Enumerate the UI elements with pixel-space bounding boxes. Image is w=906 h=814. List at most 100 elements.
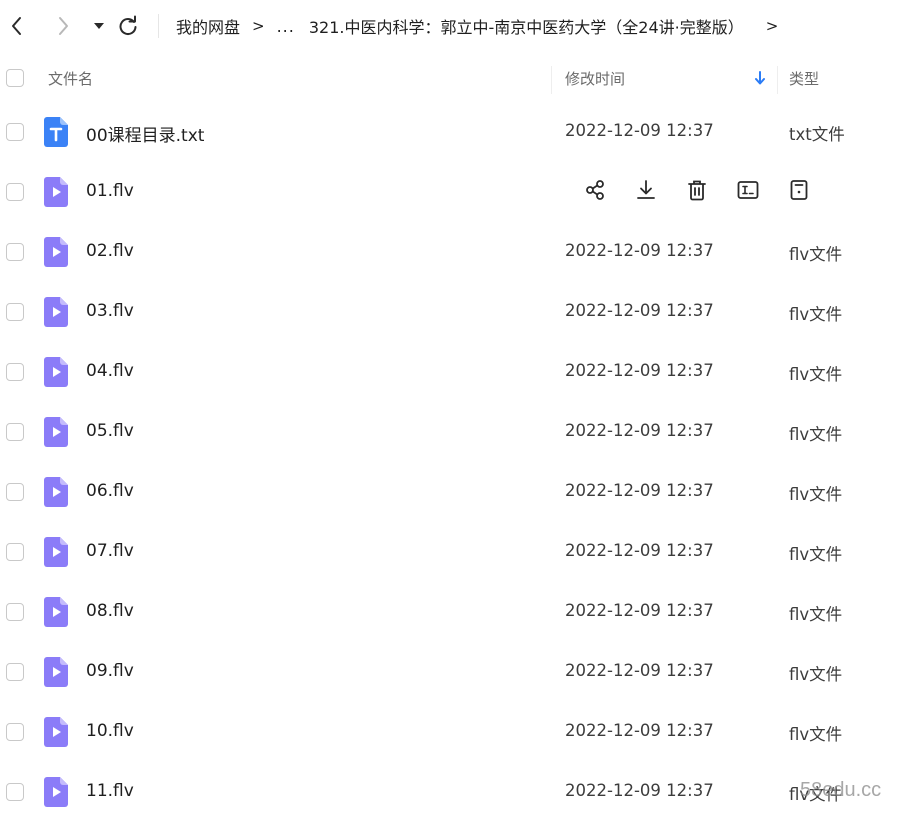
- details-button[interactable]: [786, 179, 812, 205]
- file-row[interactable]: 07.flv 2022-12-09 12:37 flv文件: [0, 522, 906, 582]
- file-name[interactable]: 11.flv: [86, 781, 134, 801]
- forward-button[interactable]: [50, 12, 76, 40]
- file-type: flv文件: [789, 425, 843, 444]
- row-checkbox[interactable]: [6, 603, 24, 621]
- file-type: flv文件: [789, 545, 843, 564]
- row-checkbox[interactable]: [6, 243, 24, 261]
- row-checkbox[interactable]: [6, 123, 24, 141]
- arrow-down-icon: [755, 71, 765, 85]
- column-header-name[interactable]: 文件名: [48, 68, 93, 89]
- file-browser: 我的网盘 > ... 321.中医内科学：郭立中-南京中医药大学（全24讲·完整…: [0, 0, 906, 814]
- file-modified-time: 2022-12-09 12:37: [565, 301, 714, 320]
- video-file-icon: [44, 357, 68, 387]
- share-button[interactable]: [582, 179, 608, 205]
- row-checkbox[interactable]: [6, 303, 24, 321]
- video-file-icon: [44, 537, 68, 567]
- download-icon: [635, 179, 657, 206]
- file-name[interactable]: 05.flv: [86, 421, 134, 441]
- select-all-checkbox[interactable]: [6, 69, 24, 87]
- file-name[interactable]: 01.flv: [86, 181, 134, 201]
- column-header-modified-time[interactable]: 修改时间: [565, 68, 625, 89]
- watermark: 58edu.cc: [800, 779, 882, 801]
- video-file-icon: [44, 717, 68, 747]
- share-icon: [584, 179, 606, 206]
- video-file-icon: [44, 237, 68, 267]
- back-button[interactable]: [4, 12, 30, 40]
- file-modified-time: 2022-12-09 12:37: [565, 601, 714, 620]
- file-modified-time: 2022-12-09 12:37: [565, 661, 714, 680]
- row-checkbox[interactable]: [6, 723, 24, 741]
- row-checkbox[interactable]: [6, 783, 24, 801]
- file-name[interactable]: 07.flv: [86, 541, 134, 561]
- breadcrumb-current-folder[interactable]: 321.中医内科学：郭立中-南京中医药大学（全24讲·完整版）: [309, 14, 744, 38]
- video-file-icon: [44, 597, 68, 627]
- row-checkbox[interactable]: [6, 483, 24, 501]
- file-name[interactable]: 04.flv: [86, 361, 134, 381]
- file-modified-time: 2022-12-09 12:37: [565, 241, 714, 260]
- breadcrumb-trailing-separator[interactable]: >: [766, 17, 779, 35]
- video-file-icon: [44, 777, 68, 807]
- video-file-icon: [44, 477, 68, 507]
- file-type: flv文件: [789, 305, 843, 324]
- file-modified-time: 2022-12-09 12:37: [565, 361, 714, 380]
- breadcrumb-root[interactable]: 我的网盘: [176, 14, 240, 38]
- video-file-icon: [44, 417, 68, 447]
- rename-icon: [737, 179, 759, 206]
- file-type: txt文件: [789, 125, 845, 144]
- file-row[interactable]: 00课程目录.txt 2022-12-09 12:37 txt文件: [0, 102, 906, 162]
- row-checkbox[interactable]: [6, 423, 24, 441]
- file-modified-time: 2022-12-09 12:37: [565, 541, 714, 560]
- chevron-left-icon: [12, 17, 21, 35]
- file-row[interactable]: 05.flv 2022-12-09 12:37 flv文件: [0, 402, 906, 462]
- file-type: flv文件: [789, 725, 843, 744]
- row-checkbox[interactable]: [6, 363, 24, 381]
- delete-button[interactable]: [684, 179, 710, 205]
- video-file-icon: [44, 657, 68, 687]
- file-type: flv文件: [789, 605, 843, 624]
- file-row[interactable]: 01.flv: [0, 162, 906, 222]
- row-actions: [582, 179, 837, 205]
- file-name[interactable]: 02.flv: [86, 241, 134, 261]
- breadcrumb-ellipsis[interactable]: ...: [277, 17, 295, 36]
- column-header-type[interactable]: 类型: [789, 68, 819, 89]
- file-name[interactable]: 08.flv: [86, 601, 134, 621]
- file-modified-time: 2022-12-09 12:37: [565, 421, 714, 440]
- refresh-button[interactable]: [115, 12, 141, 40]
- column-divider[interactable]: [777, 66, 778, 94]
- breadcrumb: 我的网盘 > ... 321.中医内科学：郭立中-南京中医药大学（全24讲·完整…: [176, 0, 790, 52]
- file-modified-time: 2022-12-09 12:37: [565, 721, 714, 740]
- rename-button[interactable]: [735, 179, 761, 205]
- file-row[interactable]: 08.flv 2022-12-09 12:37 flv文件: [0, 582, 906, 642]
- video-file-icon: [44, 177, 68, 207]
- history-dropdown-button[interactable]: [86, 12, 112, 40]
- column-divider[interactable]: [551, 66, 552, 94]
- caret-down-icon: [94, 23, 104, 29]
- file-name[interactable]: 03.flv: [86, 301, 134, 321]
- details-icon: [788, 179, 810, 206]
- download-button[interactable]: [633, 179, 659, 205]
- row-checkbox[interactable]: [6, 663, 24, 681]
- breadcrumb-separator: >: [252, 17, 265, 35]
- file-row[interactable]: 11.flv 2022-12-09 12:37 flv文件: [0, 762, 906, 814]
- file-type: flv文件: [789, 365, 843, 384]
- file-modified-time: 2022-12-09 12:37: [565, 121, 714, 140]
- file-type: flv文件: [789, 485, 843, 504]
- file-name[interactable]: 09.flv: [86, 661, 134, 681]
- file-row[interactable]: 03.flv 2022-12-09 12:37 flv文件: [0, 282, 906, 342]
- row-checkbox[interactable]: [6, 543, 24, 561]
- file-name[interactable]: 00课程目录.txt: [86, 121, 204, 146]
- file-name[interactable]: 06.flv: [86, 481, 134, 501]
- file-row[interactable]: 10.flv 2022-12-09 12:37 flv文件: [0, 702, 906, 762]
- file-modified-time: 2022-12-09 12:37: [565, 481, 714, 500]
- file-row[interactable]: 09.flv 2022-12-09 12:37 flv文件: [0, 642, 906, 702]
- sort-descending-button[interactable]: [752, 68, 768, 88]
- file-name[interactable]: 10.flv: [86, 721, 134, 741]
- navigation-bar: 我的网盘 > ... 321.中医内科学：郭立中-南京中医药大学（全24讲·完整…: [0, 0, 906, 52]
- file-row[interactable]: 06.flv 2022-12-09 12:37 flv文件: [0, 462, 906, 522]
- file-row[interactable]: 04.flv 2022-12-09 12:37 flv文件: [0, 342, 906, 402]
- row-checkbox[interactable]: [6, 183, 24, 201]
- file-row[interactable]: 02.flv 2022-12-09 12:37 flv文件: [0, 222, 906, 282]
- file-type: flv文件: [789, 665, 843, 684]
- nav-divider: [158, 14, 159, 38]
- file-modified-time: 2022-12-09 12:37: [565, 781, 714, 800]
